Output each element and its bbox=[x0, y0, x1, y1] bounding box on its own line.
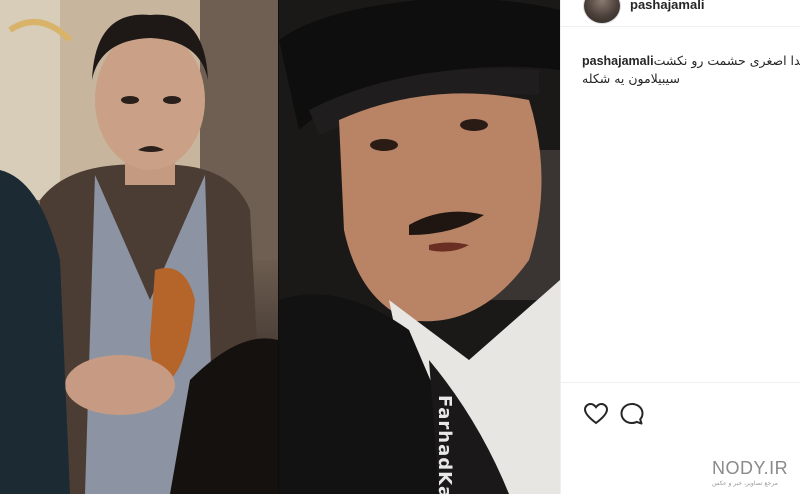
heart-icon bbox=[583, 402, 609, 425]
caption-username[interactable]: pashajamali bbox=[582, 52, 654, 70]
header-username[interactable]: pashajamali bbox=[630, 0, 704, 12]
caption-line-1: pashajamali بخدا اصغری حشمت رو نکشت bbox=[582, 52, 800, 70]
actions-divider bbox=[561, 382, 800, 383]
post-caption: pashajamali بخدا اصغری حشمت رو نکشت سیبی… bbox=[582, 52, 800, 88]
post-photo[interactable]: FarhadKal bbox=[0, 0, 560, 494]
photo-right-panel: FarhadKal bbox=[279, 0, 560, 494]
caption-text-2: سیبیلامون یه شکله bbox=[582, 71, 680, 86]
site-watermark: NODY.IR مرجع تصاویر، خبر و عکس bbox=[712, 458, 792, 488]
post-side-panel: pashajamali pashajamali بخدا اصغری حشمت … bbox=[560, 0, 800, 494]
comment-icon bbox=[620, 403, 644, 425]
left-portrait-illustration bbox=[0, 0, 278, 494]
post-header: pashajamali bbox=[561, 0, 800, 27]
photo-left-panel bbox=[0, 0, 278, 494]
brand-tagline: مرجع تصاویر، خبر و عکس bbox=[712, 480, 778, 487]
avatar[interactable] bbox=[583, 0, 621, 24]
photo-watermark: FarhadKal bbox=[434, 395, 455, 494]
like-button[interactable] bbox=[583, 402, 609, 426]
comment-button[interactable] bbox=[619, 402, 645, 426]
brand-name: NODY.IR bbox=[712, 458, 789, 478]
right-portrait-illustration bbox=[279, 0, 560, 494]
caption-line-2: سیبیلامون یه شکله bbox=[582, 70, 792, 88]
caption-text-1: بخدا اصغری حشمت رو نکشت bbox=[653, 53, 800, 68]
